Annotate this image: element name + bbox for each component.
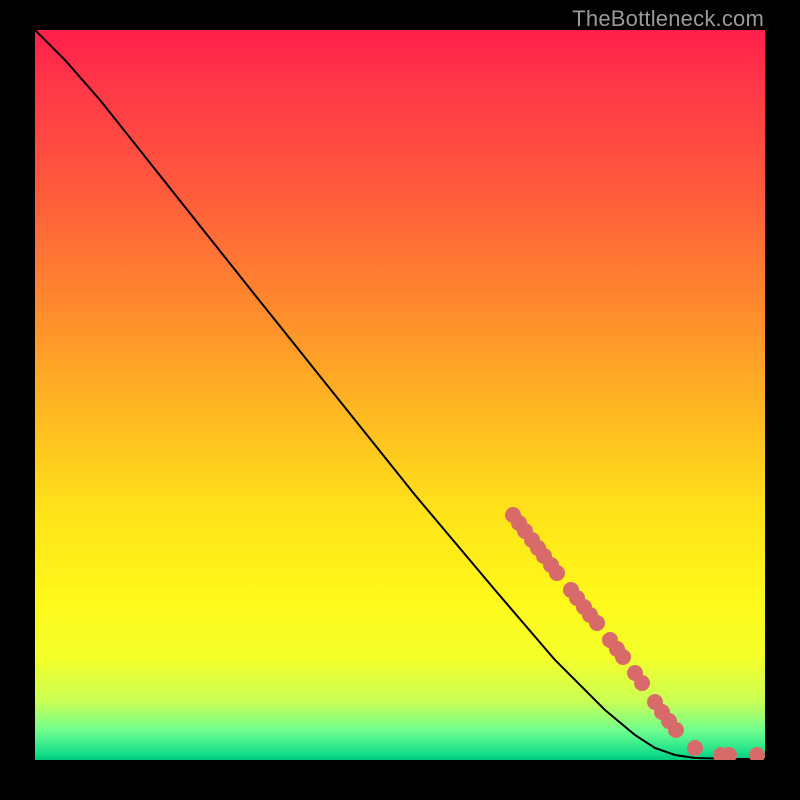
data-point <box>668 722 684 738</box>
chart-svg <box>35 30 765 760</box>
attribution-text: TheBottleneck.com <box>572 6 764 32</box>
data-point <box>615 649 631 665</box>
data-point <box>749 747 765 760</box>
data-point <box>589 615 605 631</box>
data-point <box>634 675 650 691</box>
bottleneck-curve <box>35 30 765 759</box>
data-point <box>549 565 565 581</box>
data-point <box>687 740 703 756</box>
plot-area <box>35 30 765 760</box>
data-points <box>505 507 765 760</box>
chart-frame: TheBottleneck.com <box>0 0 800 800</box>
